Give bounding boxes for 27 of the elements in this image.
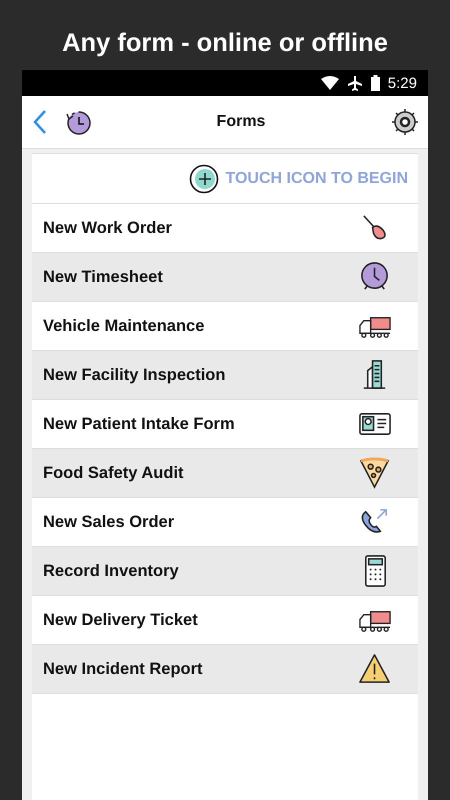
form-row[interactable]: Food Safety Audit — [32, 449, 418, 498]
form-title: New Incident Report — [43, 660, 204, 678]
form-row[interactable]: New Facility Inspection — [32, 351, 418, 400]
back-icon[interactable] — [32, 109, 48, 135]
form-title: New Facility Inspection — [43, 366, 226, 384]
form-title: New Sales Order — [43, 512, 176, 532]
form-title: New Patient Intake Form — [43, 414, 236, 434]
form-title: Food Safety Audit — [43, 464, 185, 482]
add-icon[interactable] — [189, 164, 220, 194]
battery-icon — [370, 75, 380, 91]
pizza-slice-icon[interactable] — [358, 456, 392, 490]
warning-icon[interactable] — [358, 652, 392, 686]
airplane-icon — [346, 75, 363, 91]
screen-title: Forms — [216, 113, 266, 131]
wifi-icon — [320, 76, 339, 90]
form-row[interactable]: Record Inventory — [32, 547, 418, 596]
settings-icon[interactable] — [390, 107, 420, 137]
headline: Any form - online or offline — [61, 28, 389, 59]
form-title: Vehicle Maintenance — [43, 316, 206, 336]
form-row[interactable]: New Timesheet — [32, 253, 418, 302]
form-title: New Delivery Ticket — [43, 610, 199, 630]
form-title: Record Inventory — [43, 562, 180, 580]
form-title: New Timesheet — [43, 268, 164, 286]
form-row[interactable]: New Incident Report — [32, 645, 418, 694]
form-title: New Work Order — [43, 218, 173, 238]
begin-hint: TOUCH ICON TO BEGIN — [225, 170, 408, 188]
clock-time: 5:29 — [388, 74, 417, 92]
